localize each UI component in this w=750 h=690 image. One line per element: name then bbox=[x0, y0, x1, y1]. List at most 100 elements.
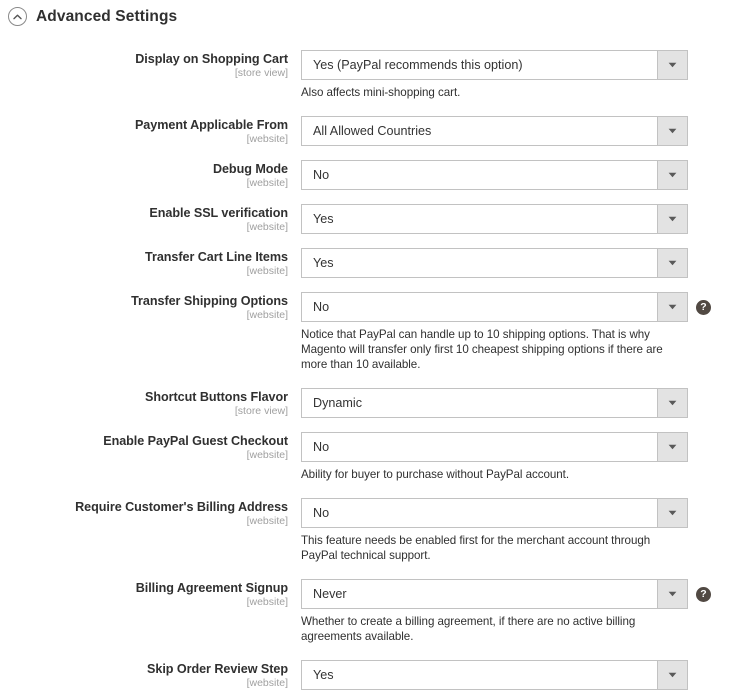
select-2[interactable]: All Allowed Countries bbox=[301, 116, 688, 146]
select-value: No bbox=[313, 300, 330, 314]
field-scope: [store view] bbox=[234, 405, 288, 417]
field-row: Billing Agreement Signup [website] Never? W… bbox=[0, 579, 750, 644]
select-value: No bbox=[313, 506, 330, 520]
chevron-down-icon[interactable] bbox=[657, 205, 687, 233]
field-row: Transfer Shipping Options [website] No? Not… bbox=[0, 292, 750, 372]
control-line: Yes bbox=[301, 248, 750, 278]
field-row: Transfer Cart Line Items [website] Yes bbox=[0, 248, 750, 278]
control-line: Yes bbox=[301, 660, 750, 690]
field-note: Notice that PayPal can handle up to 10 s… bbox=[301, 328, 663, 371]
advanced-settings-form: Display on Shopping Cart [store view] Yes … bbox=[0, 28, 750, 690]
field-row: Payment Applicable From [website] All Allo… bbox=[0, 116, 750, 146]
select-4[interactable]: Yes bbox=[301, 204, 688, 234]
select-value: Yes bbox=[313, 668, 334, 682]
control-line: Dynamic bbox=[301, 388, 750, 418]
control-line: No bbox=[301, 160, 750, 190]
control-line: Never? bbox=[301, 579, 750, 609]
field-scope: [website] bbox=[246, 515, 288, 527]
select-value: Never bbox=[313, 587, 347, 601]
field-control-group: Never? Whether to create a billing agreem… bbox=[300, 579, 750, 644]
field-label-group: Payment Applicable From [website] bbox=[0, 116, 300, 146]
field-label-group: Transfer Cart Line Items [website] bbox=[0, 248, 300, 278]
field-note: Whether to create a billing agreement, i… bbox=[301, 615, 636, 643]
field-row: Debug Mode [website] No bbox=[0, 160, 750, 190]
field-control-group: Yes bbox=[300, 204, 750, 234]
field-note: Ability for buyer to purchase without Pa… bbox=[301, 468, 570, 481]
chevron-down-icon[interactable] bbox=[657, 51, 687, 79]
chevron-down-icon[interactable] bbox=[657, 661, 687, 689]
field-label-group: Skip Order Review Step [website] bbox=[0, 660, 300, 690]
field-label: Debug Mode bbox=[212, 162, 288, 176]
field-row: Require Customer's Billing Address [websi… bbox=[0, 498, 750, 563]
field-label-group: Debug Mode [website] bbox=[0, 160, 300, 190]
field-label: Display on Shopping Cart bbox=[135, 52, 288, 66]
field-control-group: Yes bbox=[300, 660, 750, 690]
field-scope: [website] bbox=[246, 265, 288, 277]
field-scope: [website] bbox=[246, 449, 288, 461]
field-scope: [website] bbox=[246, 177, 288, 189]
chevron-down-icon[interactable] bbox=[657, 293, 687, 321]
field-control-group: No? Notice that PayPal can handle up to 1… bbox=[300, 292, 750, 372]
field-label: Shortcut Buttons Flavor bbox=[145, 390, 288, 404]
chevron-down-icon[interactable] bbox=[657, 389, 687, 417]
select-3[interactable]: No bbox=[301, 160, 688, 190]
field-row: Skip Order Review Step [website] Yes bbox=[0, 660, 750, 690]
field-label-group: Billing Agreement Signup [website] bbox=[0, 579, 300, 609]
field-scope: [website] bbox=[246, 596, 288, 608]
section-header[interactable]: Advanced Settings bbox=[0, 0, 750, 28]
field-control-group: No Ability for buyer to purchase without … bbox=[300, 432, 750, 482]
help-question-icon[interactable]: ? bbox=[696, 586, 711, 602]
select-10[interactable]: Never bbox=[301, 579, 688, 609]
field-scope: [website] bbox=[246, 133, 288, 145]
select-9[interactable]: No bbox=[301, 498, 688, 528]
select-value: All Allowed Countries bbox=[313, 124, 432, 138]
field-scope: [website] bbox=[246, 309, 288, 321]
control-line: No bbox=[301, 498, 750, 528]
chevron-down-icon[interactable] bbox=[657, 499, 687, 527]
select-8[interactable]: No bbox=[301, 432, 688, 462]
select-value: No bbox=[313, 168, 330, 182]
field-label: Enable PayPal Guest Checkout bbox=[103, 434, 288, 448]
select-5[interactable]: Yes bbox=[301, 248, 688, 278]
help-question-icon[interactable]: ? bbox=[696, 299, 711, 315]
chevron-down-icon[interactable] bbox=[657, 580, 687, 608]
field-control-group: No bbox=[300, 160, 750, 190]
field-label: Payment Applicable From bbox=[134, 118, 288, 132]
field-label-group: Shortcut Buttons Flavor [store view] bbox=[0, 388, 300, 418]
field-note: Also affects mini-shopping cart. bbox=[301, 86, 461, 99]
field-label: Require Customer's Billing Address bbox=[75, 500, 288, 514]
chevron-down-icon[interactable] bbox=[657, 433, 687, 461]
field-row: Shortcut Buttons Flavor [store view] Dynam… bbox=[0, 388, 750, 418]
field-label: Enable SSL verification bbox=[149, 206, 288, 220]
field-label-group: Require Customer's Billing Address [websi… bbox=[0, 498, 300, 528]
control-line: All Allowed Countries bbox=[301, 116, 750, 146]
field-scope: [website] bbox=[246, 677, 288, 689]
select-value: Yes bbox=[313, 256, 334, 270]
select-value: Yes bbox=[313, 212, 334, 226]
field-row: Enable PayPal Guest Checkout [website] No A… bbox=[0, 432, 750, 482]
field-control-group: All Allowed Countries bbox=[300, 116, 750, 146]
field-row: Enable SSL verification [website] Yes bbox=[0, 204, 750, 234]
select-value: Yes (PayPal recommends this option) bbox=[313, 58, 523, 72]
select-value: No bbox=[313, 440, 330, 454]
field-label: Transfer Cart Line Items bbox=[145, 250, 288, 264]
select-1[interactable]: Yes (PayPal recommends this option) bbox=[301, 50, 688, 80]
chevron-down-icon[interactable] bbox=[657, 249, 687, 277]
chevron-down-icon[interactable] bbox=[657, 117, 687, 145]
select-value: Dynamic bbox=[313, 396, 362, 410]
select-7[interactable]: Dynamic bbox=[301, 388, 688, 418]
field-row: Display on Shopping Cart [store view] Yes … bbox=[0, 50, 750, 100]
select-6[interactable]: No bbox=[301, 292, 688, 322]
field-note: This feature needs be enabled first for … bbox=[301, 534, 651, 562]
field-scope: [website] bbox=[246, 221, 288, 233]
page-title: Advanced Settings bbox=[36, 7, 178, 25]
field-scope: [store view] bbox=[234, 67, 288, 79]
control-line: Yes (PayPal recommends this option) bbox=[301, 50, 750, 80]
select-11[interactable]: Yes bbox=[301, 660, 688, 690]
field-label-group: Enable SSL verification [website] bbox=[0, 204, 300, 234]
field-label: Billing Agreement Signup bbox=[135, 581, 288, 595]
chevron-down-icon[interactable] bbox=[657, 161, 687, 189]
field-label-group: Enable PayPal Guest Checkout [website] bbox=[0, 432, 300, 462]
field-control-group: Yes (PayPal recommends this option) Also … bbox=[300, 50, 750, 100]
chevron-up-circle-icon[interactable] bbox=[8, 7, 27, 26]
